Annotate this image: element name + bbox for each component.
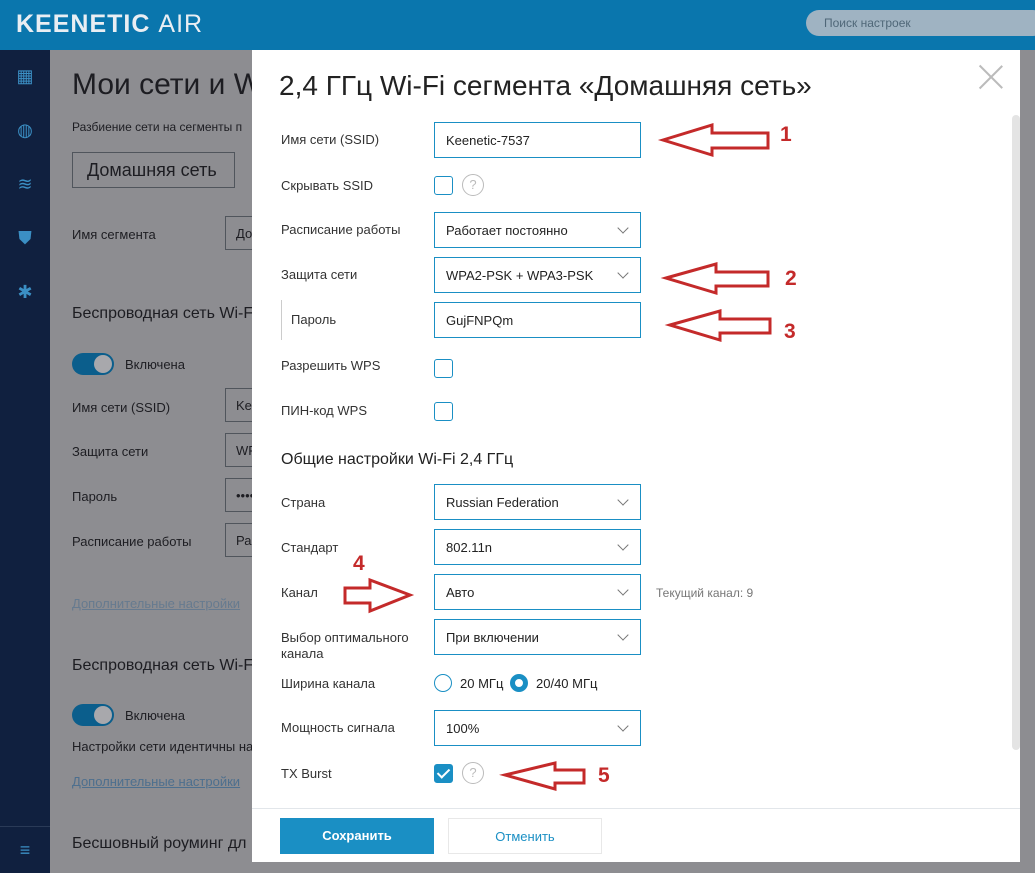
annotation-5: 5	[598, 764, 610, 787]
arrow-4	[343, 577, 415, 614]
arrow-3	[664, 309, 772, 343]
annotation-4: 4	[353, 552, 365, 575]
annotation-1: 1	[780, 123, 792, 146]
annotation-arrows	[343, 122, 772, 791]
annotation-3: 3	[784, 320, 796, 343]
arrow-5	[499, 761, 586, 791]
arrow-1	[657, 122, 770, 158]
annotation-2: 2	[785, 267, 797, 290]
arrow-2	[660, 262, 770, 296]
